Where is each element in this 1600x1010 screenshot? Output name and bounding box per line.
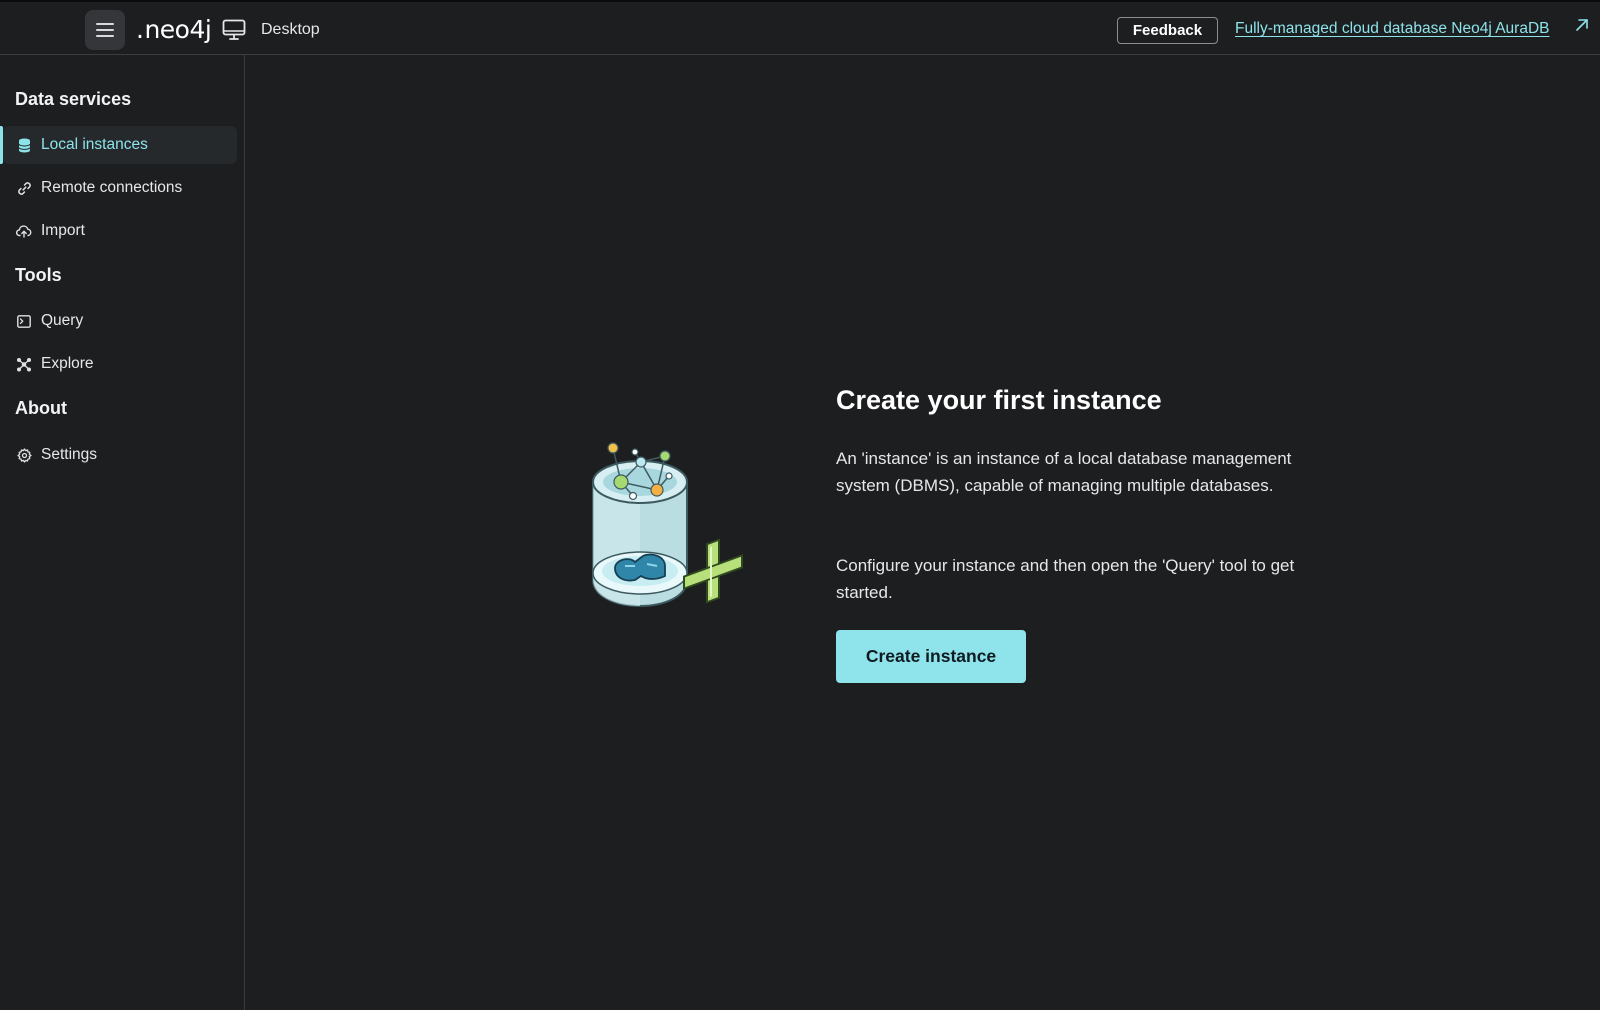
graph-nodes-icon [16, 356, 32, 372]
sidebar-item-label: Settings [41, 446, 98, 463]
neo4j-desktop-app: . neo4j Desktop Feedback Fully-managed c… [0, 0, 1600, 1010]
section-title-about: About [15, 398, 67, 418]
sidebar-item-explore[interactable]: Explore [3, 345, 237, 383]
sidebar-item-local-instances[interactable]: Local instances [3, 126, 237, 164]
sidebar-item-remote-connections[interactable]: Remote connections [3, 169, 237, 207]
menu-button[interactable] [85, 10, 125, 50]
database-icon [16, 137, 32, 153]
sidebar-item-settings[interactable]: Settings [3, 436, 237, 474]
hamburger-menu-icon [96, 23, 114, 37]
sidebar-item-import[interactable]: Import [3, 212, 237, 250]
sidebar-item-label: Explore [41, 355, 94, 372]
sidebar-item-label: Query [41, 312, 84, 329]
sidebar: Data services Local instances Remote con… [0, 55, 245, 1010]
description-paragraph-1: An 'instance' is an instance of a local … [836, 449, 1292, 495]
terminal-icon [16, 313, 32, 329]
auradb-link[interactable]: Fully-managed cloud database Neo4j AuraD… [1235, 20, 1550, 38]
database-cylinder-with-graph-and-plus-illustration [592, 442, 743, 608]
cloud-upload-icon [16, 223, 32, 239]
description-paragraph-2: Configure your instance and then open th… [836, 556, 1295, 602]
logo-text: neo4j [144, 14, 212, 44]
product-label: Desktop [261, 21, 320, 38]
section-title-tools: Tools [15, 265, 62, 285]
monitor-icon [222, 19, 246, 40]
section-title-data-services: Data services [15, 89, 132, 109]
sidebar-item-query[interactable]: Query [3, 302, 237, 340]
link-icon [16, 180, 32, 196]
neo4j-logo: . neo4j [136, 12, 212, 46]
feedback-button[interactable]: Feedback [1117, 17, 1218, 44]
sidebar-item-label: Remote connections [41, 179, 183, 196]
sidebar-item-label: Local instances [41, 136, 148, 153]
logo-dot: . [136, 14, 144, 44]
top-bar: . neo4j Desktop Feedback Fully-managed c… [0, 0, 1600, 55]
sidebar-item-label: Import [41, 222, 85, 239]
create-instance-button[interactable]: Create instance [836, 630, 1026, 683]
external-link-arrow-icon[interactable] [1575, 18, 1589, 32]
page-title: Create your first instance [836, 385, 1162, 415]
gear-icon [16, 447, 32, 463]
